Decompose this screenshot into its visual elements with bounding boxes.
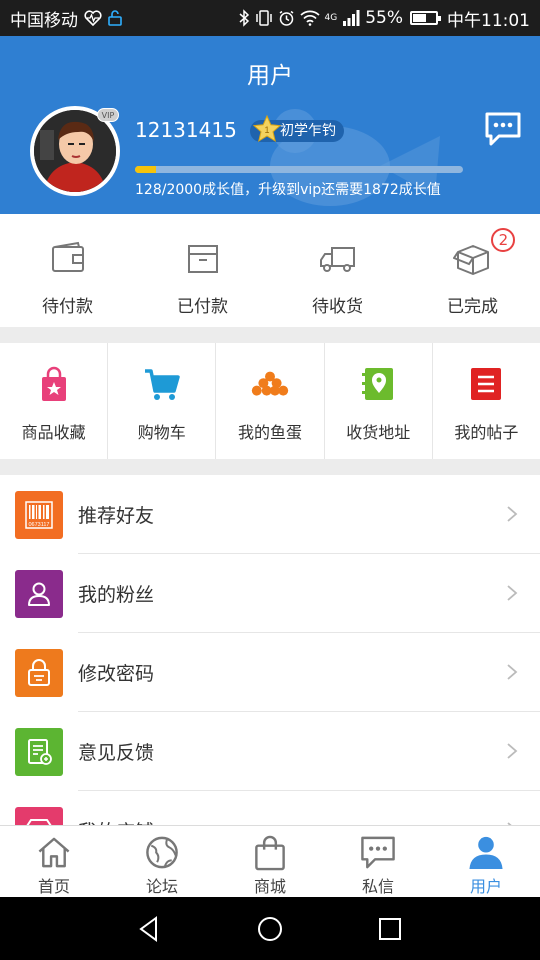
- shortcut-posts[interactable]: 我的帖子: [433, 343, 540, 459]
- order-awaiting-delivery[interactable]: 待收货: [270, 214, 405, 327]
- shortcut-cart[interactable]: 购物车: [108, 343, 217, 459]
- level-name: 初学乍钓: [280, 123, 336, 139]
- feedback-icon: [15, 727, 63, 776]
- truck-icon: [319, 247, 355, 272]
- person-icon: [15, 569, 63, 618]
- wifi-icon: [299, 10, 320, 26]
- order-label: 待收货: [312, 297, 363, 317]
- shortcut-label: 我的鱼蛋: [238, 423, 303, 442]
- menu-label: 修改密码: [78, 663, 155, 685]
- signal-icon: [343, 10, 360, 26]
- order-paid[interactable]: 已付款: [135, 214, 270, 327]
- cart-icon: [144, 369, 180, 400]
- network-type-label: 4G: [324, 12, 338, 23]
- chevron-right-icon: [507, 743, 518, 759]
- recents-icon[interactable]: [376, 915, 404, 943]
- vip-badge: VIP: [97, 108, 119, 122]
- growth-progress-bar: [135, 166, 463, 173]
- menu-recommend-friends[interactable]: 0673117 推荐好友: [0, 475, 540, 554]
- order-pending-payment[interactable]: 待付款: [0, 214, 135, 327]
- barcode-icon: 0673117: [15, 490, 63, 539]
- order-count-badge: 2: [491, 228, 516, 252]
- tab-label: 用户: [469, 877, 502, 896]
- tab-label: 私信: [361, 877, 394, 896]
- location-book-icon: [362, 368, 394, 400]
- menu-my-store[interactable]: 我的店铺: [0, 791, 540, 825]
- shopping-bag-icon: [255, 835, 285, 871]
- battery-percent: 55%: [365, 8, 403, 28]
- growth-progress-fill: [135, 166, 156, 173]
- box-icon: [187, 245, 218, 273]
- menu-label: 我的粉丝: [78, 584, 155, 606]
- carrier-label: 中国移动: [10, 10, 78, 31]
- open-box-icon: [452, 245, 489, 275]
- order-completed[interactable]: 已完成 2: [405, 214, 540, 327]
- battery-icon: [410, 11, 441, 25]
- shortcut-label: 商品收藏: [21, 423, 86, 442]
- heart-monitor-icon: [84, 10, 102, 26]
- order-label: 已完成: [447, 297, 498, 317]
- tab-forum[interactable]: 论坛: [108, 826, 216, 897]
- level-number: 1: [264, 125, 269, 135]
- shopping-bag-star-icon: [41, 366, 66, 401]
- shortcut-favorites[interactable]: 商品收藏: [0, 343, 109, 459]
- posts-icon: [471, 368, 502, 400]
- avatar-image: [34, 110, 116, 192]
- lock-icon: [15, 648, 63, 697]
- menu-my-fans[interactable]: 我的粉丝: [0, 554, 540, 633]
- level-badge: 1 初学乍钓: [250, 114, 344, 143]
- tab-label: 论坛: [145, 877, 178, 896]
- bottom-tab-bar: 首页 论坛 商城 私信 用户: [0, 825, 540, 897]
- shortcut-label: 我的帖子: [454, 423, 519, 442]
- profile-header: 用户 VIP 12131415 1 初学乍钓 128/2000成长值，升级到vi…: [0, 36, 540, 214]
- system-nav-bar: [0, 897, 540, 960]
- globe-icon: [146, 836, 178, 869]
- shortcut-label: 购物车: [137, 423, 186, 442]
- page-title: 用户: [247, 63, 293, 89]
- chevron-right-icon: [507, 585, 518, 601]
- order-label: 已付款: [177, 297, 228, 317]
- unlock-icon: [108, 10, 122, 26]
- order-label: 待付款: [42, 297, 93, 317]
- bluetooth-icon: [239, 9, 249, 27]
- order-status-row: 待付款 已付款 待收货 已完成 2: [0, 214, 540, 327]
- fish-eggs-icon: [251, 371, 289, 396]
- growth-text: 128/2000成长值，升级到vip还需要1872成长值: [135, 182, 441, 198]
- settings-menu: 0673117 推荐好友 我的粉丝 修改密码 意见反馈 我的店铺: [0, 475, 540, 825]
- tab-mall[interactable]: 商城: [216, 826, 324, 897]
- shortcut-grid: 商品收藏 购物车 我的鱼蛋 收货地址 我的帖子: [0, 343, 540, 459]
- status-bar: 中国移动 4G 55% 中午11:01: [0, 0, 540, 36]
- tab-messages[interactable]: 私信: [324, 826, 432, 897]
- chevron-right-icon: [507, 506, 518, 522]
- menu-label: 推荐好友: [78, 505, 155, 527]
- wallet-icon: [51, 241, 84, 272]
- alarm-icon: [279, 10, 293, 26]
- tab-label: 商城: [253, 877, 286, 896]
- username: 12131415: [135, 118, 237, 142]
- barcode-number: 0673117: [28, 522, 49, 528]
- shortcut-label: 收货地址: [346, 423, 411, 442]
- menu-feedback[interactable]: 意见反馈: [0, 712, 540, 791]
- home-circle-icon[interactable]: [256, 915, 284, 943]
- tab-user[interactable]: 用户: [432, 826, 540, 897]
- menu-label: 我的店铺: [78, 817, 154, 825]
- shortcut-fish-eggs[interactable]: 我的鱼蛋: [216, 343, 325, 459]
- menu-label: 意见反馈: [78, 742, 155, 764]
- menu-change-password[interactable]: 修改密码: [0, 633, 540, 712]
- back-icon[interactable]: [136, 915, 164, 943]
- star-icon: 1: [252, 114, 282, 143]
- clock: 中午11:01: [447, 10, 530, 31]
- vibrate-icon: [255, 10, 272, 26]
- user-icon: [469, 836, 503, 870]
- shortcut-address[interactable]: 收货地址: [325, 343, 433, 459]
- chevron-right-icon: [507, 664, 518, 680]
- message-icon[interactable]: [483, 110, 523, 150]
- store-icon: [15, 806, 63, 825]
- tab-home[interactable]: 首页: [0, 826, 108, 897]
- home-icon: [38, 837, 70, 868]
- tab-label: 首页: [37, 877, 70, 896]
- chat-icon: [361, 836, 395, 869]
